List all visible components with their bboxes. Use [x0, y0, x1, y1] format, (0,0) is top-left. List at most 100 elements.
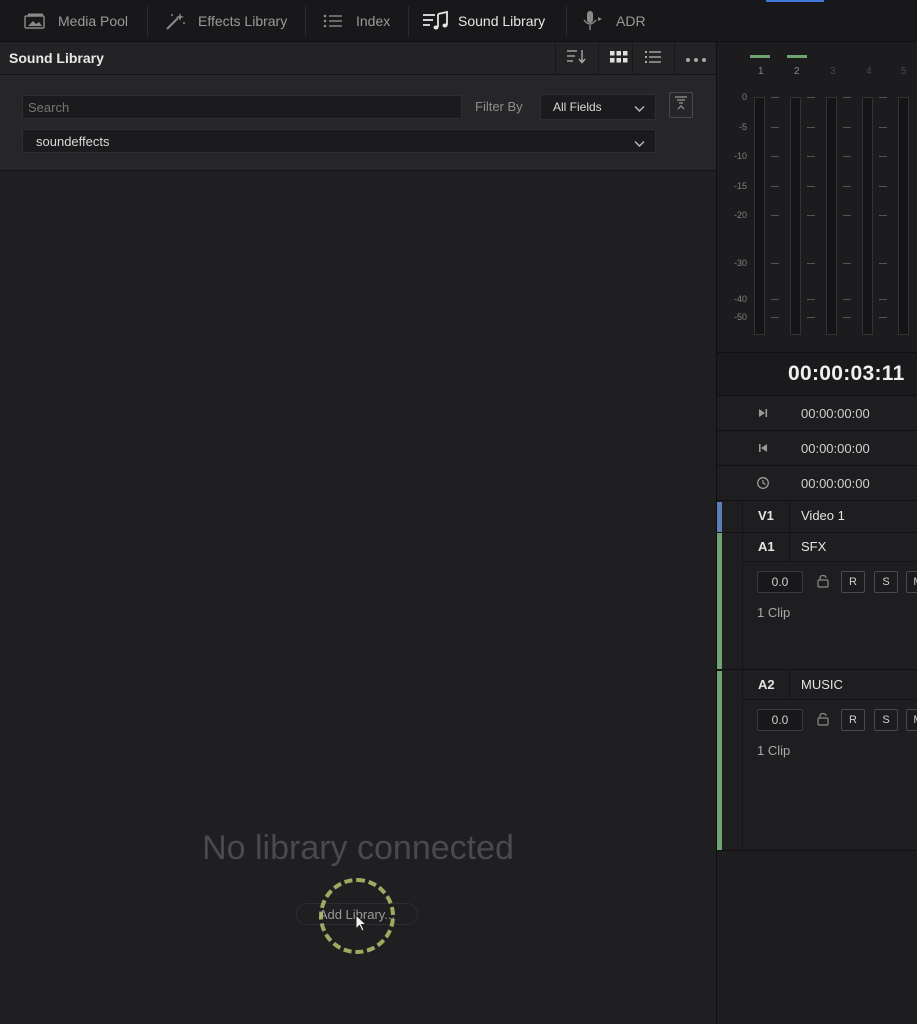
- track-id: V1: [758, 508, 774, 523]
- meter-tick: [843, 215, 851, 216]
- meter-tick: [879, 97, 887, 98]
- meter-tick: [807, 299, 815, 300]
- meter-scale-label: -50: [733, 312, 747, 322]
- track-volume-field[interactable]: 0.0: [757, 709, 803, 731]
- list-icon: [320, 11, 346, 31]
- audio-meters: 1 2 3 4 5 0 -5 -10 -15 -20 -30 -40 -50: [717, 42, 917, 352]
- track-v1[interactable]: V1 Video 1: [717, 501, 917, 533]
- tab-index[interactable]: Index: [320, 0, 390, 42]
- track-a1[interactable]: A1 SFX 0.0 R S M 1 Clip: [717, 533, 917, 670]
- options-button[interactable]: [674, 42, 716, 75]
- filter-dropdown[interactable]: All Fields: [540, 94, 656, 120]
- filter-label: Filter By: [475, 99, 523, 114]
- search-area: Filter By All Fields soundeffects: [0, 75, 716, 171]
- mute-button[interactable]: M: [906, 709, 917, 731]
- clock-icon: [756, 476, 770, 490]
- timecode-row-duration[interactable]: 00:00:00:00: [717, 466, 917, 501]
- meter-scale-label: -20: [733, 210, 747, 220]
- meter-tick: [771, 97, 779, 98]
- level-meter: [898, 97, 909, 335]
- more-options-icon: [685, 50, 707, 68]
- meter-scale-label: -40: [733, 294, 747, 304]
- meter-tick: [771, 215, 779, 216]
- tab-label: Sound Library: [458, 13, 546, 29]
- solo-button[interactable]: S: [874, 571, 898, 593]
- clip-count: 1 Clip: [757, 605, 791, 620]
- level-meter: [790, 97, 801, 335]
- meter-tick: [879, 215, 887, 216]
- meter-tick: [771, 317, 779, 318]
- media-pool-icon: [22, 11, 48, 31]
- timecode-row-in[interactable]: 00:00:00:00: [717, 431, 917, 466]
- meter-tick: [771, 299, 779, 300]
- track-name: MUSIC: [801, 677, 843, 692]
- mute-button[interactable]: M: [906, 571, 917, 593]
- sort-icon: [565, 48, 587, 69]
- meter-tick: [807, 156, 815, 157]
- microphone-icon: [580, 11, 606, 31]
- music-note-icon: [422, 11, 448, 31]
- panel-header: Sound Library: [0, 42, 716, 75]
- meter-tick: [807, 317, 815, 318]
- list-view-icon: [644, 50, 661, 68]
- meter-tick: [879, 186, 887, 187]
- channel-indicator: [787, 55, 807, 58]
- timecode-row-out[interactable]: 00:00:00:00: [717, 396, 917, 431]
- meter-tick: [807, 97, 815, 98]
- empty-state-message: No library connected: [202, 829, 514, 867]
- search-input[interactable]: [22, 95, 462, 119]
- filter-value: All Fields: [553, 100, 602, 114]
- meter-tick: [771, 263, 779, 264]
- channel-indicator: [750, 55, 770, 58]
- mouse-cursor-icon: [354, 913, 368, 938]
- current-timecode: 00:00:03:11: [788, 362, 905, 385]
- record-arm-button[interactable]: R: [841, 571, 865, 593]
- lock-icon[interactable]: [816, 574, 830, 593]
- meter-tick: [879, 263, 887, 264]
- tab-sound-library[interactable]: Sound Library: [422, 0, 545, 42]
- tab-effects-library[interactable]: Effects Library: [162, 0, 287, 42]
- track-name: Video 1: [801, 508, 845, 523]
- track-id: A2: [758, 677, 775, 692]
- channel-number: 4: [866, 66, 872, 77]
- skip-to-end-icon: [756, 406, 770, 420]
- meter-tick: [771, 127, 779, 128]
- meter-tick: [879, 299, 887, 300]
- channel-number: 2: [794, 66, 800, 77]
- channel-number: 5: [901, 66, 907, 77]
- meter-tick: [843, 186, 851, 187]
- clip-count: 1 Clip: [757, 743, 791, 758]
- timecode-value: 00:00:00:00: [801, 406, 870, 421]
- meter-tick: [879, 156, 887, 157]
- tab-label: Index: [356, 13, 391, 29]
- tab-media-pool[interactable]: Media Pool: [22, 0, 128, 42]
- sort-button[interactable]: [555, 42, 595, 75]
- meter-tick: [807, 263, 815, 264]
- lock-icon[interactable]: [816, 712, 830, 731]
- meter-tick: [807, 127, 815, 128]
- tab-label: ADR: [616, 13, 646, 29]
- chevron-down-icon: [634, 136, 645, 151]
- track-id: A1: [758, 539, 775, 554]
- magic-wand-icon: [162, 11, 188, 31]
- library-dropdown[interactable]: soundeffects: [22, 129, 656, 153]
- meter-tick: [843, 156, 851, 157]
- level-meter: [826, 97, 837, 335]
- timecode-value: 00:00:00:00: [801, 441, 870, 456]
- meter-tick: [843, 127, 851, 128]
- tab-adr[interactable]: ADR: [580, 0, 646, 42]
- meter-scale-label: -10: [733, 151, 747, 161]
- filter-options-button[interactable]: [669, 92, 693, 118]
- solo-button[interactable]: S: [874, 709, 898, 731]
- record-arm-button[interactable]: R: [841, 709, 865, 731]
- level-meter: [862, 97, 873, 335]
- meter-tick: [771, 186, 779, 187]
- track-volume-field[interactable]: 0.0: [757, 571, 803, 593]
- meter-tick: [879, 127, 887, 128]
- track-name: SFX: [801, 539, 827, 554]
- sound-library-panel: Sound Library Filter By All Fields: [0, 42, 716, 1024]
- mixer-panel: 1 2 3 4 5 0 -5 -10 -15 -20 -30 -40 -50 0…: [716, 42, 917, 1024]
- list-view-button[interactable]: [632, 42, 672, 75]
- track-a2[interactable]: A2 MUSIC 0.0 R S M 1 Clip: [717, 671, 917, 851]
- meter-tick: [807, 186, 815, 187]
